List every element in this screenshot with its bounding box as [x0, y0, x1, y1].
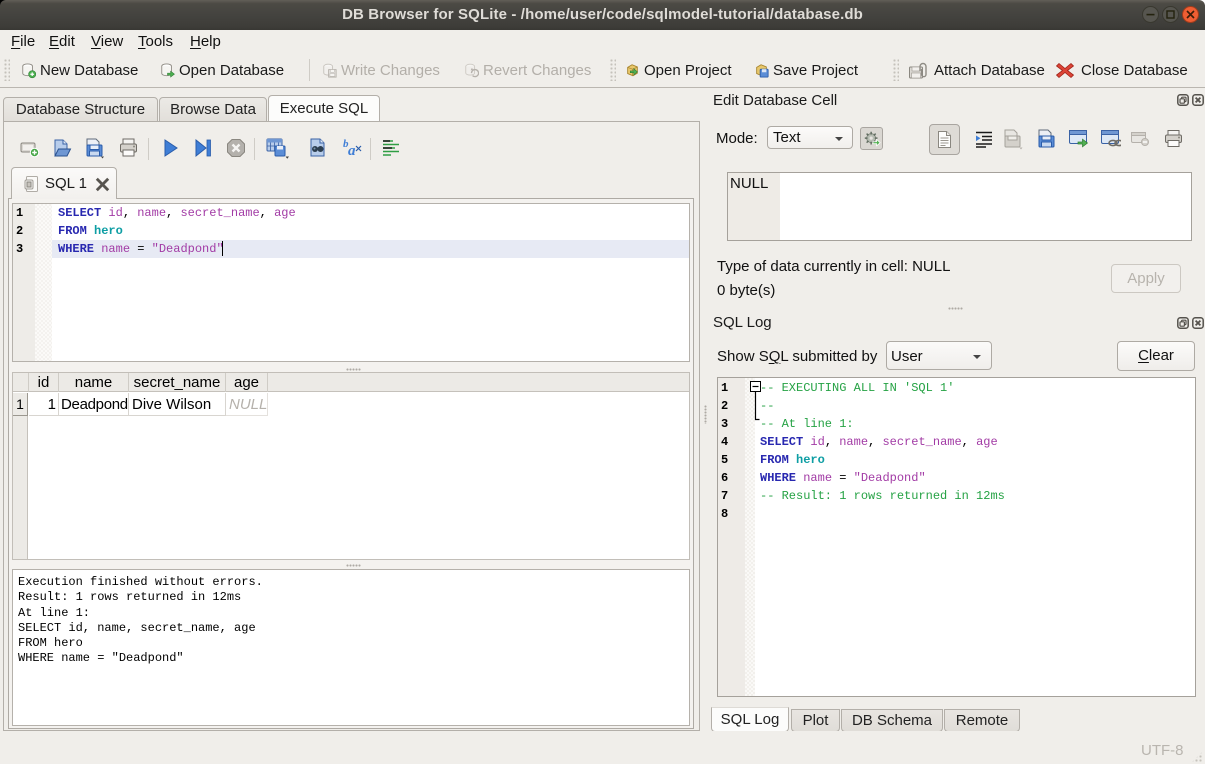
svg-text:a: a — [348, 143, 356, 159]
